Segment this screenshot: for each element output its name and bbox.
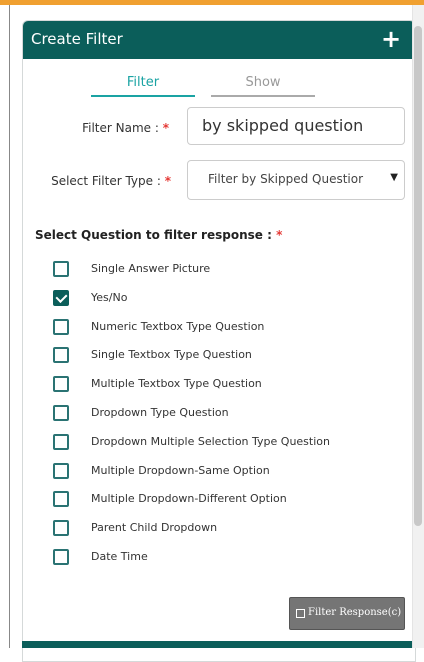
create-filter-panel: Create Filter + Filter Show Filter Name … [22,20,416,662]
required-mark: * [276,228,283,242]
question-checkbox[interactable] [53,289,69,306]
question-item[interactable]: Dropdown Multiple Selection Type Questio… [53,432,403,461]
question-label: Multiple Dropdown-Different Option [91,492,287,506]
question-label: Dropdown Multiple Selection Type Questio… [91,434,330,448]
question-item[interactable]: Date Time [53,547,403,576]
question-label: Numeric Textbox Type Question [91,319,265,333]
question-checkbox[interactable] [53,491,69,508]
question-checkbox[interactable] [53,520,69,537]
question-item[interactable]: Multiple Dropdown-Different Option [53,489,403,518]
question-label: Multiple Dropdown-Same Option [91,463,270,477]
save-icon [296,609,305,618]
filter-type-value: Filter by Skipped Questior [208,172,364,186]
filter-response-label: Filter Response(c) [308,607,402,618]
tab-bar: Filter Show [91,73,317,97]
question-checkbox[interactable] [53,433,69,450]
question-label: Date Time [91,549,148,563]
tab-show[interactable]: Show [211,73,315,97]
question-item[interactable]: Single Textbox Type Question [53,345,403,374]
question-checkbox[interactable] [53,376,69,393]
panel-header: Create Filter + [23,21,415,59]
question-checkbox[interactable] [53,318,69,335]
tab-filter[interactable]: Filter [91,73,195,97]
question-checkbox[interactable] [53,347,69,364]
filter-response-button[interactable]: Filter Response(c) [289,597,405,630]
question-checkbox[interactable] [53,548,69,565]
question-label: Single Answer Picture [91,262,211,275]
question-item[interactable]: Multiple Dropdown-Same Option [53,461,403,490]
filter-type-label: Select Filter Type : * [33,174,171,188]
question-checkbox[interactable] [53,404,69,421]
question-list: Single Answer Picture Yes/No Numeric Textb… [53,259,403,576]
filter-name-input[interactable]: by skipped question [187,107,405,145]
top-accent-bar [0,0,424,5]
filter-name-label: Filter Name : * [63,121,169,135]
filter-name-value: by skipped question [202,116,364,135]
question-item[interactable]: Parent Child Dropdown [53,518,403,547]
filter-type-select[interactable]: Filter by Skipped Questior ▼ [187,160,405,200]
required-mark: * [164,174,171,188]
question-section-label: Select Question to filter response : * [35,228,282,242]
question-label: Yes/No [91,290,128,304]
question-item[interactable]: Single Answer Picture [53,259,403,288]
question-item[interactable]: Yes/No [53,288,403,317]
left-border [9,5,10,648]
filter-type-label-text: Select Filter Type : [51,174,161,188]
question-checkbox[interactable] [53,462,69,479]
question-label-text: Select Question to filter response : [35,228,272,242]
bottom-panel-bar [22,641,414,648]
question-label: Dropdown Type Question [91,405,229,419]
panel-title: Create Filter [31,30,123,48]
question-label: Multiple Textbox Type Question [91,377,262,391]
question-checkbox[interactable] [53,261,69,277]
question-label: Parent Child Dropdown [91,521,218,535]
question-item[interactable]: Multiple Textbox Type Question [53,374,403,403]
question-item[interactable]: Dropdown Type Question [53,403,403,432]
plus-icon[interactable]: + [381,27,401,51]
chevron-down-icon: ▼ [390,172,398,183]
filter-name-label-text: Filter Name : [82,121,159,135]
question-item[interactable]: Numeric Textbox Type Question [53,317,403,346]
scrollbar-thumb[interactable] [414,26,422,526]
question-label: Single Textbox Type Question [91,348,252,362]
required-mark: * [162,121,169,135]
